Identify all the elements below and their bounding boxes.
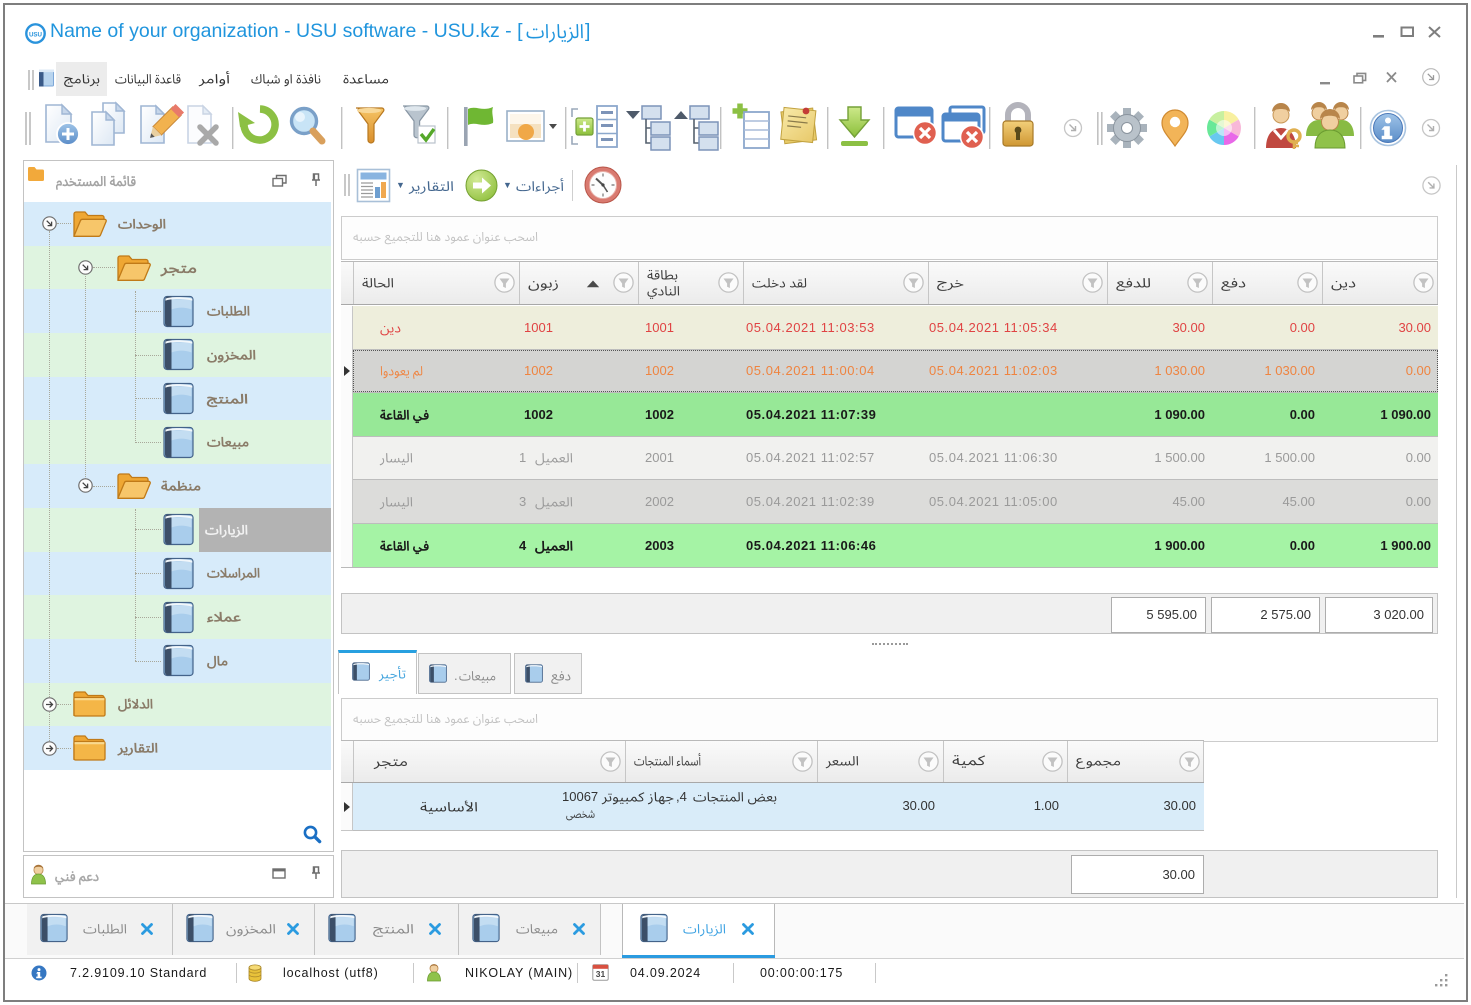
svg-text:USU: USU bbox=[29, 31, 43, 38]
svg-text:31: 31 bbox=[596, 969, 606, 979]
